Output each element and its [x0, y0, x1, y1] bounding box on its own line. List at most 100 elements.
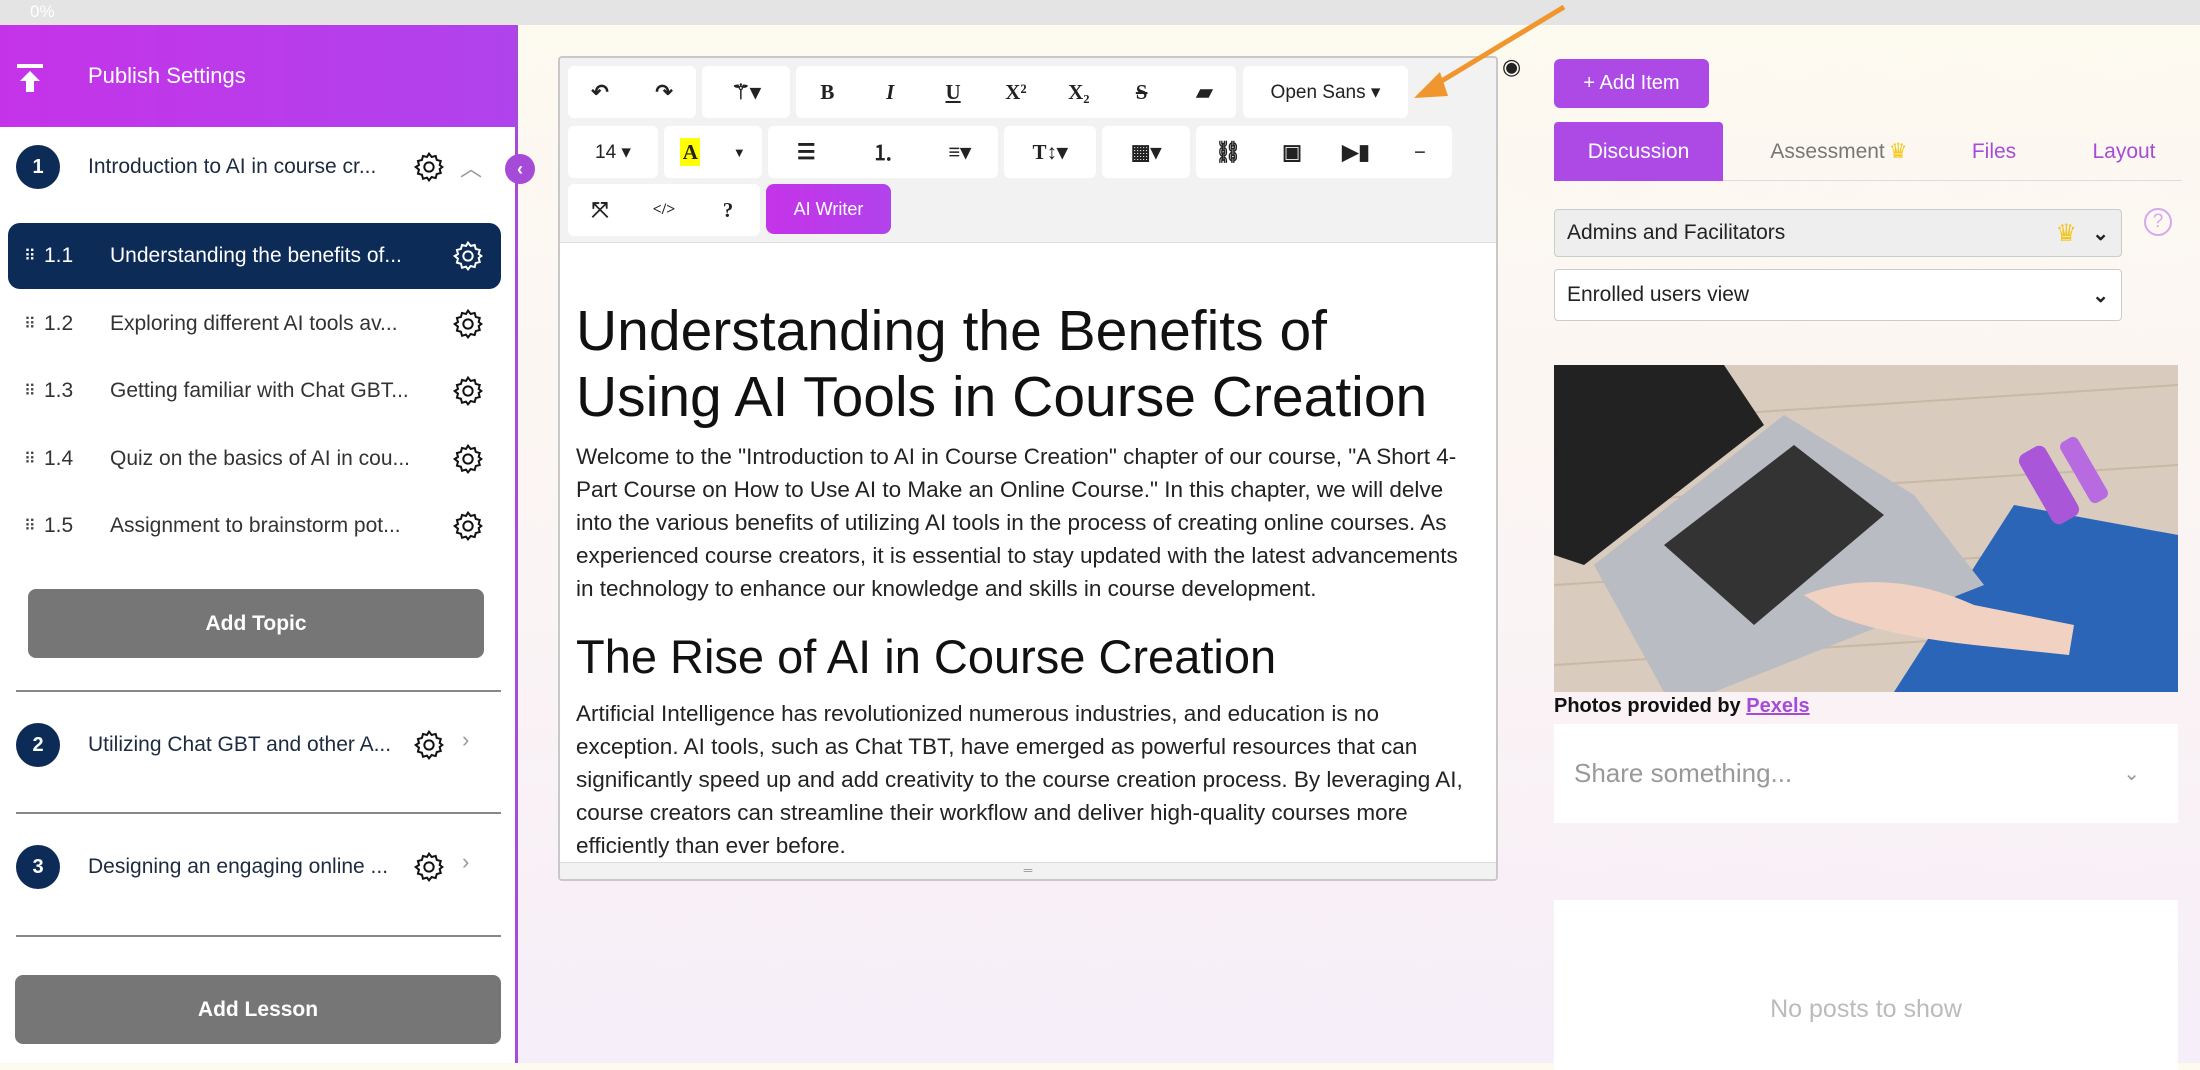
- crown-icon: ♛: [1888, 140, 1908, 163]
- publish-settings-button[interactable]: Publish Settings: [0, 25, 515, 127]
- photo-credit: Photos provided by Pexels: [1554, 695, 1810, 718]
- redo-icon[interactable]: ↷: [644, 72, 684, 112]
- eraser-icon[interactable]: ▰: [1184, 72, 1224, 112]
- chevron-right-icon[interactable]: ›: [462, 849, 469, 875]
- content-subheading: The Rise of AI in Course Creation: [576, 630, 1277, 683]
- table-button[interactable]: ▦▾: [1102, 126, 1190, 178]
- align-icon[interactable]: ≡▾: [940, 132, 980, 172]
- view-select[interactable]: Enrolled users view ⌄: [1554, 269, 2122, 321]
- font-family-select[interactable]: Open Sans ▾: [1243, 66, 1408, 118]
- share-input[interactable]: Share something... ⌄: [1554, 724, 2178, 823]
- editor-content[interactable]: Understanding the Benefits of Using AI T…: [576, 298, 1476, 862]
- content-heading: Understanding the Benefits of Using AI T…: [576, 299, 1428, 429]
- pexels-link[interactable]: Pexels: [1746, 695, 1809, 717]
- topic-1-3[interactable]: ⠿ 1.3 Getting familiar with Chat GBT...: [8, 358, 501, 424]
- rich-text-editor[interactable]: ↶ ↷ ⚚▾ B I U X² X₂ S ▰ Open Sans ▾ 14 ▾ A…: [558, 56, 1498, 881]
- ai-writer-button[interactable]: AI Writer: [766, 184, 891, 234]
- fullscreen-icon[interactable]: ⤧: [580, 190, 620, 230]
- drag-handle-icon[interactable]: ⠿: [24, 381, 36, 401]
- undo-icon[interactable]: ↶: [580, 72, 620, 112]
- eye-icon[interactable]: ◉: [1502, 54, 1521, 80]
- content-paragraph: Artificial Intelligence has revolutioniz…: [576, 701, 1463, 858]
- sidebar: Publish Settings 1 Introduction to AI in…: [0, 25, 518, 1063]
- topic-title: Quiz on the basics of AI in cou...: [110, 447, 410, 470]
- help-icon[interactable]: ?: [708, 190, 748, 230]
- misc-group: ⤧ </>?: [568, 184, 760, 236]
- subscript-icon[interactable]: X₂: [1059, 72, 1099, 112]
- bold-icon[interactable]: B: [807, 72, 847, 112]
- gear-icon[interactable]: [452, 375, 484, 407]
- topic-title: Assignment to brainstorm pot...: [110, 514, 401, 537]
- view-select-value: Enrolled users view: [1567, 283, 1750, 306]
- add-lesson-button[interactable]: Add Lesson: [15, 975, 501, 1044]
- italic-icon[interactable]: I: [870, 72, 910, 112]
- drag-handle-icon[interactable]: ⠿: [24, 246, 36, 266]
- font-size-select[interactable]: 14 ▾: [568, 126, 658, 178]
- tab-layout[interactable]: Layout: [2074, 122, 2174, 181]
- gear-icon[interactable]: [413, 729, 445, 761]
- topic-1-2[interactable]: ⠿ 1.2 Exploring different AI tools av...: [8, 291, 501, 357]
- chapter-1[interactable]: 1 Introduction to AI in course cr... ︿: [0, 137, 515, 197]
- progress-label: 0%: [30, 2, 55, 21]
- underline-icon[interactable]: U: [933, 72, 973, 112]
- audience-select-value: Admins and Facilitators: [1567, 221, 1786, 244]
- chapter-title: Introduction to AI in course cr...: [88, 155, 377, 178]
- editor-toolbar: ↶ ↷ ⚚▾ B I U X² X₂ S ▰ Open Sans ▾ 14 ▾ A…: [560, 58, 1496, 243]
- gear-icon[interactable]: [452, 443, 484, 475]
- chevron-right-icon[interactable]: ›: [462, 727, 469, 753]
- topic-1-4[interactable]: ⠿ 1.4 Quiz on the basics of AI in cou...: [8, 426, 501, 492]
- topic-title: Understanding the benefits of...: [110, 244, 402, 267]
- tab-bar: Discussion Assessment ♛ Files Layout: [1554, 122, 2182, 181]
- drag-handle-icon[interactable]: ⠿: [24, 516, 36, 536]
- topic-1-1[interactable]: ⠿ 1.1 Understanding the benefits of...: [8, 223, 501, 289]
- tab-files[interactable]: Files: [1954, 122, 2034, 181]
- insert-group: ⛓ ▣ ▶▮ −: [1196, 126, 1452, 178]
- chevron-up-icon[interactable]: ︿: [460, 151, 482, 183]
- tab-assessment[interactable]: Assessment ♛: [1739, 122, 1939, 181]
- resize-handle[interactable]: ═: [560, 862, 1496, 879]
- link-icon[interactable]: ⛓: [1208, 132, 1248, 172]
- chapter-3[interactable]: 3 Designing an engaging online ... ›: [0, 837, 515, 897]
- add-topic-button[interactable]: Add Topic: [28, 589, 484, 658]
- audience-select[interactable]: Admins and Facilitators ♛ ⌄: [1554, 209, 2122, 257]
- topic-1-5[interactable]: ⠿ 1.5 Assignment to brainstorm pot...: [8, 493, 501, 559]
- chevron-down-icon[interactable]: ⌄: [2123, 761, 2140, 786]
- gear-icon[interactable]: [452, 510, 484, 542]
- line-height-icon: T↕▾: [1032, 139, 1068, 164]
- bullet-list-icon[interactable]: ☰: [786, 132, 826, 172]
- publish-settings-label: Publish Settings: [88, 63, 246, 88]
- chapter-number: 3: [16, 845, 60, 889]
- horizontal-rule-icon[interactable]: −: [1400, 132, 1440, 172]
- add-item-button[interactable]: + Add Item: [1554, 59, 1709, 108]
- cover-photo: [1554, 365, 2178, 692]
- divider: [16, 690, 501, 692]
- code-view-icon[interactable]: </>: [644, 190, 684, 230]
- help-icon[interactable]: ?: [2144, 208, 2172, 236]
- drag-handle-icon[interactable]: ⠿: [24, 449, 36, 469]
- line-height-button[interactable]: T↕▾: [1004, 126, 1096, 178]
- tab-discussion[interactable]: Discussion: [1554, 122, 1723, 181]
- numbered-list-icon[interactable]: ⒈: [863, 132, 903, 172]
- format-group: B I U X² X₂ S ▰: [796, 66, 1236, 118]
- share-placeholder: Share something...: [1574, 758, 1793, 788]
- topic-title: Exploring different AI tools av...: [110, 312, 398, 335]
- collapse-sidebar-button[interactable]: ‹: [505, 154, 535, 184]
- photo-credit-text: Photos provided by: [1554, 695, 1741, 717]
- superscript-icon[interactable]: X²: [996, 72, 1036, 112]
- annotation-arrow-icon: [1414, 4, 1566, 98]
- gear-icon[interactable]: [452, 308, 484, 340]
- text-color-icon[interactable]: A: [680, 138, 701, 166]
- drag-handle-icon[interactable]: ⠿: [24, 314, 36, 334]
- chapter-2[interactable]: 2 Utilizing Chat GBT and other A... ›: [0, 715, 515, 775]
- gear-icon[interactable]: [452, 240, 484, 272]
- caret-down-icon[interactable]: ▼: [733, 145, 746, 160]
- gear-icon[interactable]: [413, 151, 445, 183]
- image-icon[interactable]: ▣: [1272, 132, 1312, 172]
- video-icon[interactable]: ▶▮: [1336, 132, 1376, 172]
- tab-label: Assessment: [1770, 139, 1885, 163]
- strikethrough-icon[interactable]: S: [1122, 72, 1162, 112]
- chevron-down-icon: ⌄: [2092, 284, 2109, 307]
- magic-wand-button[interactable]: ⚚▾: [702, 66, 790, 118]
- gear-icon[interactable]: [413, 851, 445, 883]
- topic-title: Getting familiar with Chat GBT...: [110, 379, 409, 402]
